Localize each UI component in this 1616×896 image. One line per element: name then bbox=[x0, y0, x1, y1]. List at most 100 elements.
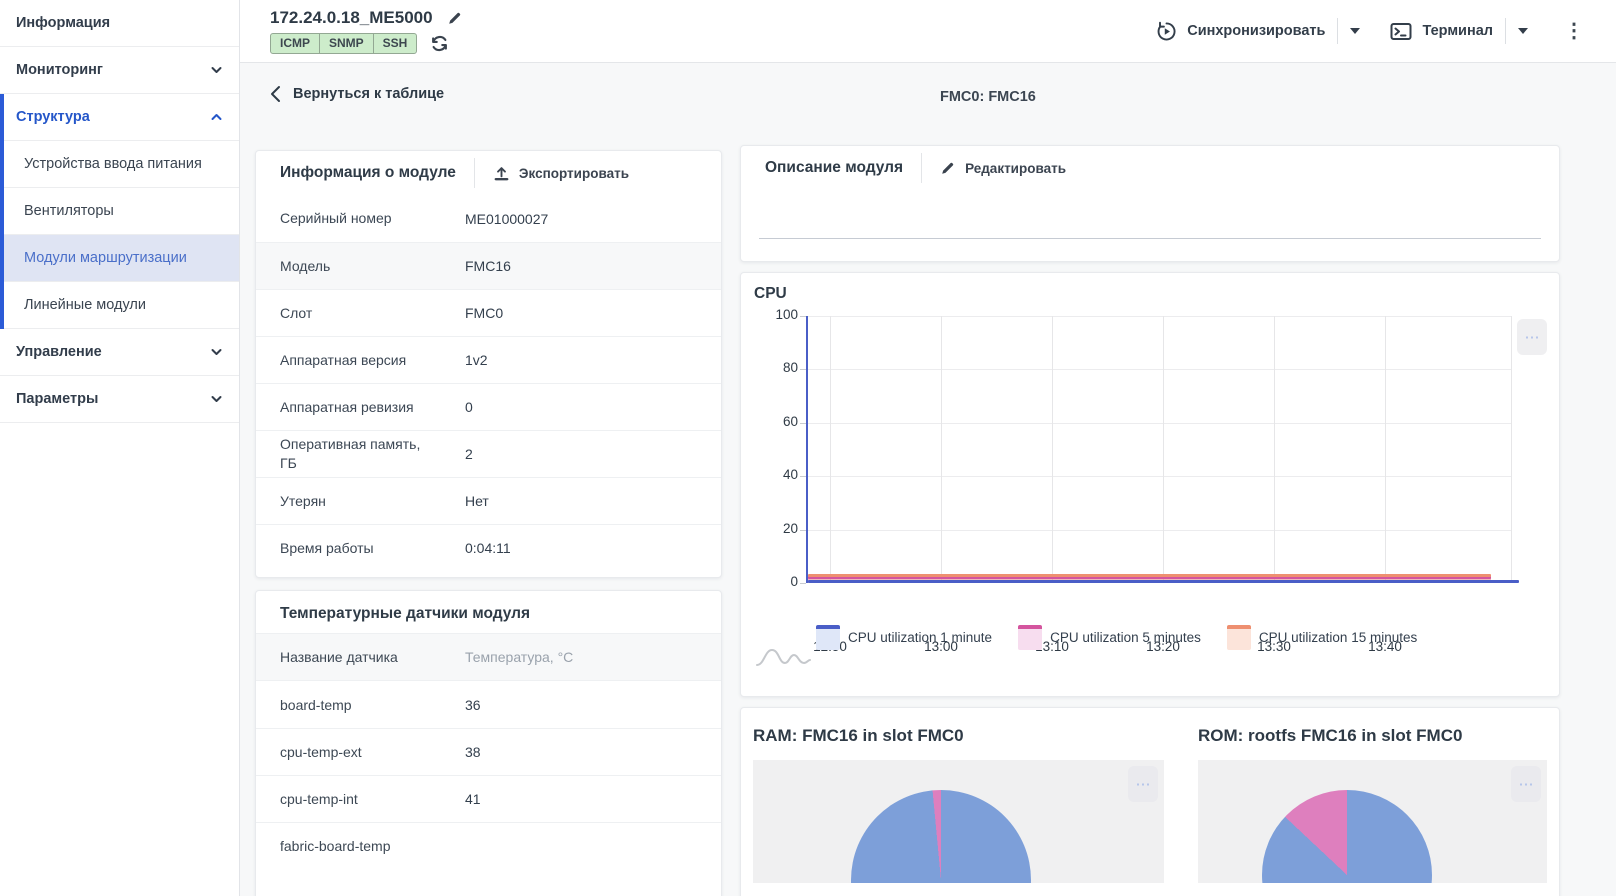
temp-sensors-title: Температурные датчики модуля bbox=[256, 591, 721, 633]
sidebar-item-sub[interactable]: Модули маршрутизации bbox=[4, 235, 239, 282]
ram-chart-block: RAM: FMC16 in slot FMC0 bbox=[753, 718, 1164, 883]
ram-chart-title: RAM: FMC16 in slot FMC0 bbox=[753, 726, 1164, 746]
legend-item[interactable]: CPU utilization 1 minute bbox=[816, 625, 992, 650]
legend-label: CPU utilization 1 minute bbox=[848, 630, 992, 645]
sidebar-item-label: Устройства ввода питания bbox=[24, 156, 202, 172]
sidebar-item-top[interactable]: Управление bbox=[0, 329, 239, 376]
kebab-menu-icon[interactable] bbox=[1558, 17, 1590, 45]
gridline-v bbox=[1163, 316, 1164, 583]
gridline-h bbox=[806, 530, 1511, 531]
cpu-chart-legend: CPU utilization 1 minute CPU utilization … bbox=[816, 625, 1417, 650]
row-value: 0:04:11 bbox=[465, 540, 511, 556]
chevron-up-icon bbox=[210, 113, 223, 121]
back-chevron-icon bbox=[270, 85, 281, 103]
module-info-table: Серийный номерME01000027МодельFMC16СлотF… bbox=[256, 195, 721, 571]
y-axis-tick-label: 100 bbox=[754, 307, 798, 322]
sidebar-item-top[interactable]: Параметры bbox=[0, 376, 239, 423]
gridline-h bbox=[806, 476, 1511, 477]
sidebar-item-sub[interactable]: Вентиляторы bbox=[4, 188, 239, 235]
header-actions: Синхронизировать Терминал bbox=[1156, 17, 1590, 45]
sidebar-item-label: Параметры bbox=[16, 391, 98, 407]
row-value: FMC16 bbox=[465, 258, 511, 274]
y-axis-tick-label: 40 bbox=[754, 467, 798, 482]
divider bbox=[1337, 18, 1338, 44]
table-row: СлотFMC0 bbox=[256, 289, 721, 336]
divider bbox=[921, 153, 922, 183]
sidebar-item-top[interactable]: Мониторинг bbox=[0, 47, 239, 94]
sidebar-item-sub[interactable]: Устройства ввода питания bbox=[4, 141, 239, 188]
gridline-h bbox=[806, 316, 1511, 317]
edit-description-button[interactable]: Редактировать bbox=[940, 160, 1066, 176]
temp-table-body: board-temp36cpu-temp-ext38cpu-temp-int41… bbox=[256, 681, 721, 869]
table-row: МодельFMC16 bbox=[256, 242, 721, 289]
protocol-badge: SSH bbox=[373, 33, 418, 54]
y-axis-tick-label: 20 bbox=[754, 521, 798, 536]
y-tick-mark bbox=[800, 583, 806, 584]
cpu-chart-title: CPU bbox=[754, 285, 787, 303]
device-block: 172.24.0.18_ME5000 ICMPSNMPSSH bbox=[270, 8, 463, 54]
sidebar-item-top[interactable]: Структура bbox=[4, 94, 239, 141]
row-value: FMC0 bbox=[465, 305, 503, 321]
brush-zoom-icon[interactable] bbox=[755, 645, 811, 667]
table-row: Серийный номерME01000027 bbox=[256, 195, 721, 242]
row-label: Слот bbox=[280, 304, 465, 323]
table-row: board-temp36 bbox=[256, 681, 721, 728]
gridline-v bbox=[1052, 316, 1053, 583]
row-label: Аппаратная ревизия bbox=[280, 398, 465, 417]
row-label: Утерян bbox=[280, 492, 465, 511]
row-value: 0 bbox=[465, 399, 473, 415]
sidebar-item-label: Модули маршрутизации bbox=[24, 250, 187, 266]
table-row: Время работы0:04:11 bbox=[256, 524, 721, 571]
rom-chart-more-button[interactable] bbox=[1511, 766, 1541, 802]
edit-device-pencil-icon[interactable] bbox=[447, 10, 463, 26]
sensor-value: 36 bbox=[465, 697, 481, 713]
row-label: Оперативная память, ГБ bbox=[280, 435, 465, 473]
y-axis-tick-label: 60 bbox=[754, 414, 798, 429]
legend-item[interactable]: CPU utilization 5 minutes bbox=[1018, 625, 1201, 650]
row-label: Время работы bbox=[280, 539, 465, 558]
sidebar-item-sub[interactable]: Линейные модули bbox=[4, 282, 239, 329]
refresh-status-button[interactable] bbox=[430, 34, 449, 53]
sensor-name: board-temp bbox=[280, 697, 465, 713]
back-to-table-button[interactable]: Вернуться к таблице bbox=[270, 85, 444, 103]
gridline-h bbox=[806, 369, 1511, 370]
table-row: Аппаратная версия1v2 bbox=[256, 336, 721, 383]
synchronize-button[interactable]: Синхронизировать bbox=[1156, 21, 1325, 42]
terminal-button[interactable]: Терминал bbox=[1390, 22, 1493, 41]
legend-swatch bbox=[1227, 625, 1251, 650]
table-row: cpu-temp-ext38 bbox=[256, 728, 721, 775]
row-value: ME01000027 bbox=[465, 211, 548, 227]
table-row: fabric-board-temp bbox=[256, 822, 721, 869]
row-label: Аппаратная версия bbox=[280, 351, 465, 370]
sensor-value: 41 bbox=[465, 791, 481, 807]
chevron-down-icon bbox=[210, 66, 223, 74]
export-button[interactable]: Экспортировать bbox=[493, 165, 629, 182]
series-line bbox=[808, 574, 1491, 577]
cpu-chart-more-button[interactable] bbox=[1517, 319, 1547, 355]
table-row: УтерянНет bbox=[256, 477, 721, 524]
ram-chart-more-button[interactable] bbox=[1128, 766, 1158, 802]
refresh-icon bbox=[430, 34, 449, 53]
divider bbox=[1505, 18, 1506, 44]
row-label: Модель bbox=[280, 257, 465, 276]
temp-col-value: Температура, °C bbox=[465, 649, 573, 665]
sensor-name: cpu-temp-ext bbox=[280, 744, 465, 760]
legend-item[interactable]: CPU utilization 15 minutes bbox=[1227, 625, 1417, 650]
terminal-dropdown-caret[interactable] bbox=[1518, 28, 1528, 34]
chevron-down-icon bbox=[210, 348, 223, 356]
divider bbox=[474, 158, 475, 188]
sensor-value: 38 bbox=[465, 744, 481, 760]
legend-label: CPU utilization 15 minutes bbox=[1259, 630, 1417, 645]
sidebar-item-label: Линейные модули bbox=[24, 297, 146, 313]
protocol-badge: ICMP bbox=[270, 33, 320, 54]
synchronize-dropdown-caret[interactable] bbox=[1350, 28, 1360, 34]
protocol-badges: ICMPSNMPSSH bbox=[270, 33, 463, 54]
edit-pencil-icon bbox=[940, 160, 956, 176]
series-line bbox=[808, 580, 1519, 583]
cpu-chart-card: CPU 02040608010012:5013:0013:1013:2013:3… bbox=[740, 272, 1560, 697]
row-label: Серийный номер bbox=[280, 209, 465, 228]
sidebar-item-top[interactable]: Информация bbox=[0, 0, 239, 47]
y-axis-tick-label: 80 bbox=[754, 360, 798, 375]
series-line bbox=[808, 576, 1491, 579]
export-label: Экспортировать bbox=[519, 166, 629, 181]
